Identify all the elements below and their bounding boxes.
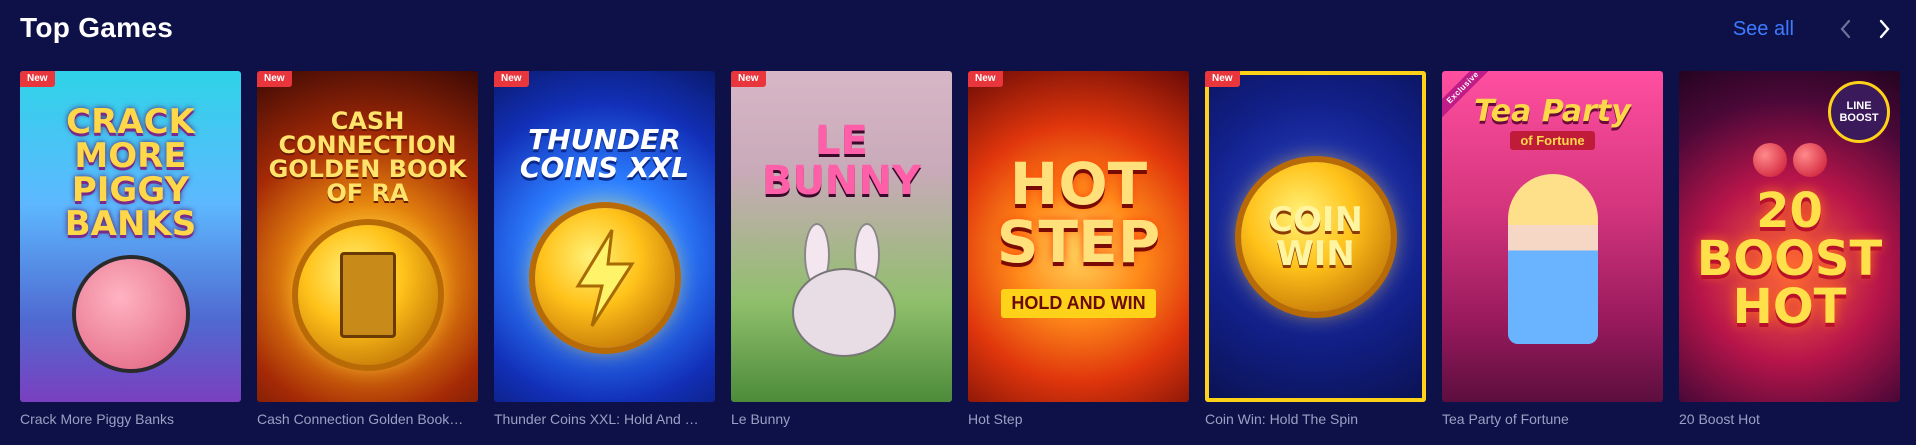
badge-new: New (494, 71, 529, 87)
game-card-hot-step[interactable]: Hot Step Hold and Win New Hot Step (968, 71, 1189, 427)
game-thumbnail[interactable]: Cash Connection Golden Book of Ra New (257, 71, 478, 402)
game-artwork: Hot Step Hold and Win (968, 71, 1189, 402)
game-card-thunder-coins-xxl[interactable]: Thunder Coins XXL New Thunder Coins XXL:… (494, 71, 715, 427)
game-thumbnail[interactable]: Crack More Piggy Banks New (20, 71, 241, 402)
game-thumbnail[interactable]: Hot Step Hold and Win New (968, 71, 1189, 402)
game-thumbnail[interactable]: 20 Boost Hot Line Boost (1679, 71, 1900, 402)
game-art-title: Coin Win (1268, 199, 1363, 274)
book-coin-icon (297, 224, 438, 365)
line-boost-badge: Line Boost (1828, 81, 1890, 143)
game-artwork: Cash Connection Golden Book of Ra (257, 71, 478, 402)
next-button[interactable] (1874, 16, 1896, 42)
game-name[interactable]: Tea Party of Fortune (1442, 411, 1663, 427)
game-card-20-boost-hot[interactable]: 20 Boost Hot Line Boost 20 Boost Hot (1679, 71, 1900, 427)
game-name[interactable]: Crack More Piggy Banks (20, 411, 241, 427)
see-all-link[interactable]: See all (1733, 18, 1794, 41)
pig-icon (75, 258, 186, 369)
game-artwork: Coin Win (1205, 71, 1426, 402)
game-thumbnail-selected[interactable]: Coin Win New (1205, 71, 1426, 402)
game-art-title: Thunder Coins XXL (519, 122, 690, 184)
game-art-title: Crack More Piggy Banks (64, 101, 197, 244)
gold-coin-icon: Coin Win (1240, 161, 1391, 312)
game-art-title: Le Bunny (762, 117, 921, 204)
game-name[interactable]: Cash Connection Golden Book… (257, 411, 478, 427)
game-card-cash-connection-golden-book[interactable]: Cash Connection Golden Book of Ra New Ca… (257, 71, 478, 427)
bunny-icon (782, 222, 902, 357)
game-thumbnail[interactable]: Thunder Coins XXL New (494, 71, 715, 402)
carousel-controls: See all (1733, 14, 1896, 44)
game-art-title: Hot Step (996, 150, 1161, 276)
game-card-tea-party-of-fortune[interactable]: Tea Party of Fortune Exclusive Tea Party… (1442, 71, 1663, 427)
game-art-title: Cash Connection Golden Book of Ra (268, 106, 467, 207)
game-art-title: 20 Boost Hot (1696, 182, 1883, 335)
game-name[interactable]: Hot Step (968, 411, 1189, 427)
game-artwork: Thunder Coins XXL (494, 71, 715, 402)
game-name[interactable]: Thunder Coins XXL: Hold And … (494, 411, 715, 427)
game-artwork: Le Bunny (731, 71, 952, 402)
game-card-le-bunny[interactable]: Le Bunny New Le Bunny (731, 71, 952, 427)
game-artwork: Tea Party of Fortune (1442, 71, 1663, 402)
game-card-crack-more-piggy-banks[interactable]: Crack More Piggy Banks New Crack More Pi… (20, 71, 241, 427)
cherries-icon (1752, 142, 1827, 177)
badge-new: New (257, 71, 292, 87)
chevron-right-icon (1879, 19, 1890, 39)
game-name[interactable]: Le Bunny (731, 411, 952, 427)
game-thumbnail[interactable]: Le Bunny New (731, 71, 952, 402)
badge-new: New (968, 71, 1003, 87)
badge-new: New (20, 71, 55, 87)
game-art-title: Tea Party (1474, 94, 1631, 129)
line-boost-label: Line Boost (1839, 99, 1879, 124)
game-name[interactable]: Coin Win: Hold The Spin (1205, 411, 1426, 427)
alice-character-icon (1507, 174, 1598, 344)
game-artwork: Crack More Piggy Banks (20, 71, 241, 402)
games-carousel: Crack More Piggy Banks New Crack More Pi… (20, 71, 1900, 427)
game-thumbnail[interactable]: Tea Party of Fortune Exclusive (1442, 71, 1663, 402)
game-art-subtitle: of Fortune (1510, 131, 1595, 150)
game-art-subtitle: Hold and Win (1001, 289, 1156, 318)
game-name[interactable]: 20 Boost Hot (1679, 411, 1900, 427)
game-card-coin-win[interactable]: Coin Win New Coin Win: Hold The Spin (1205, 71, 1426, 427)
chevron-left-icon (1840, 19, 1851, 39)
section-title: Top Games (20, 12, 174, 43)
top-games-section: Top Games See all Crack More Piggy Banks… (0, 0, 1916, 445)
prev-button[interactable] (1834, 16, 1856, 42)
badge-new: New (731, 71, 766, 87)
lightning-coin-icon (534, 207, 675, 348)
badge-new: New (1205, 71, 1240, 87)
